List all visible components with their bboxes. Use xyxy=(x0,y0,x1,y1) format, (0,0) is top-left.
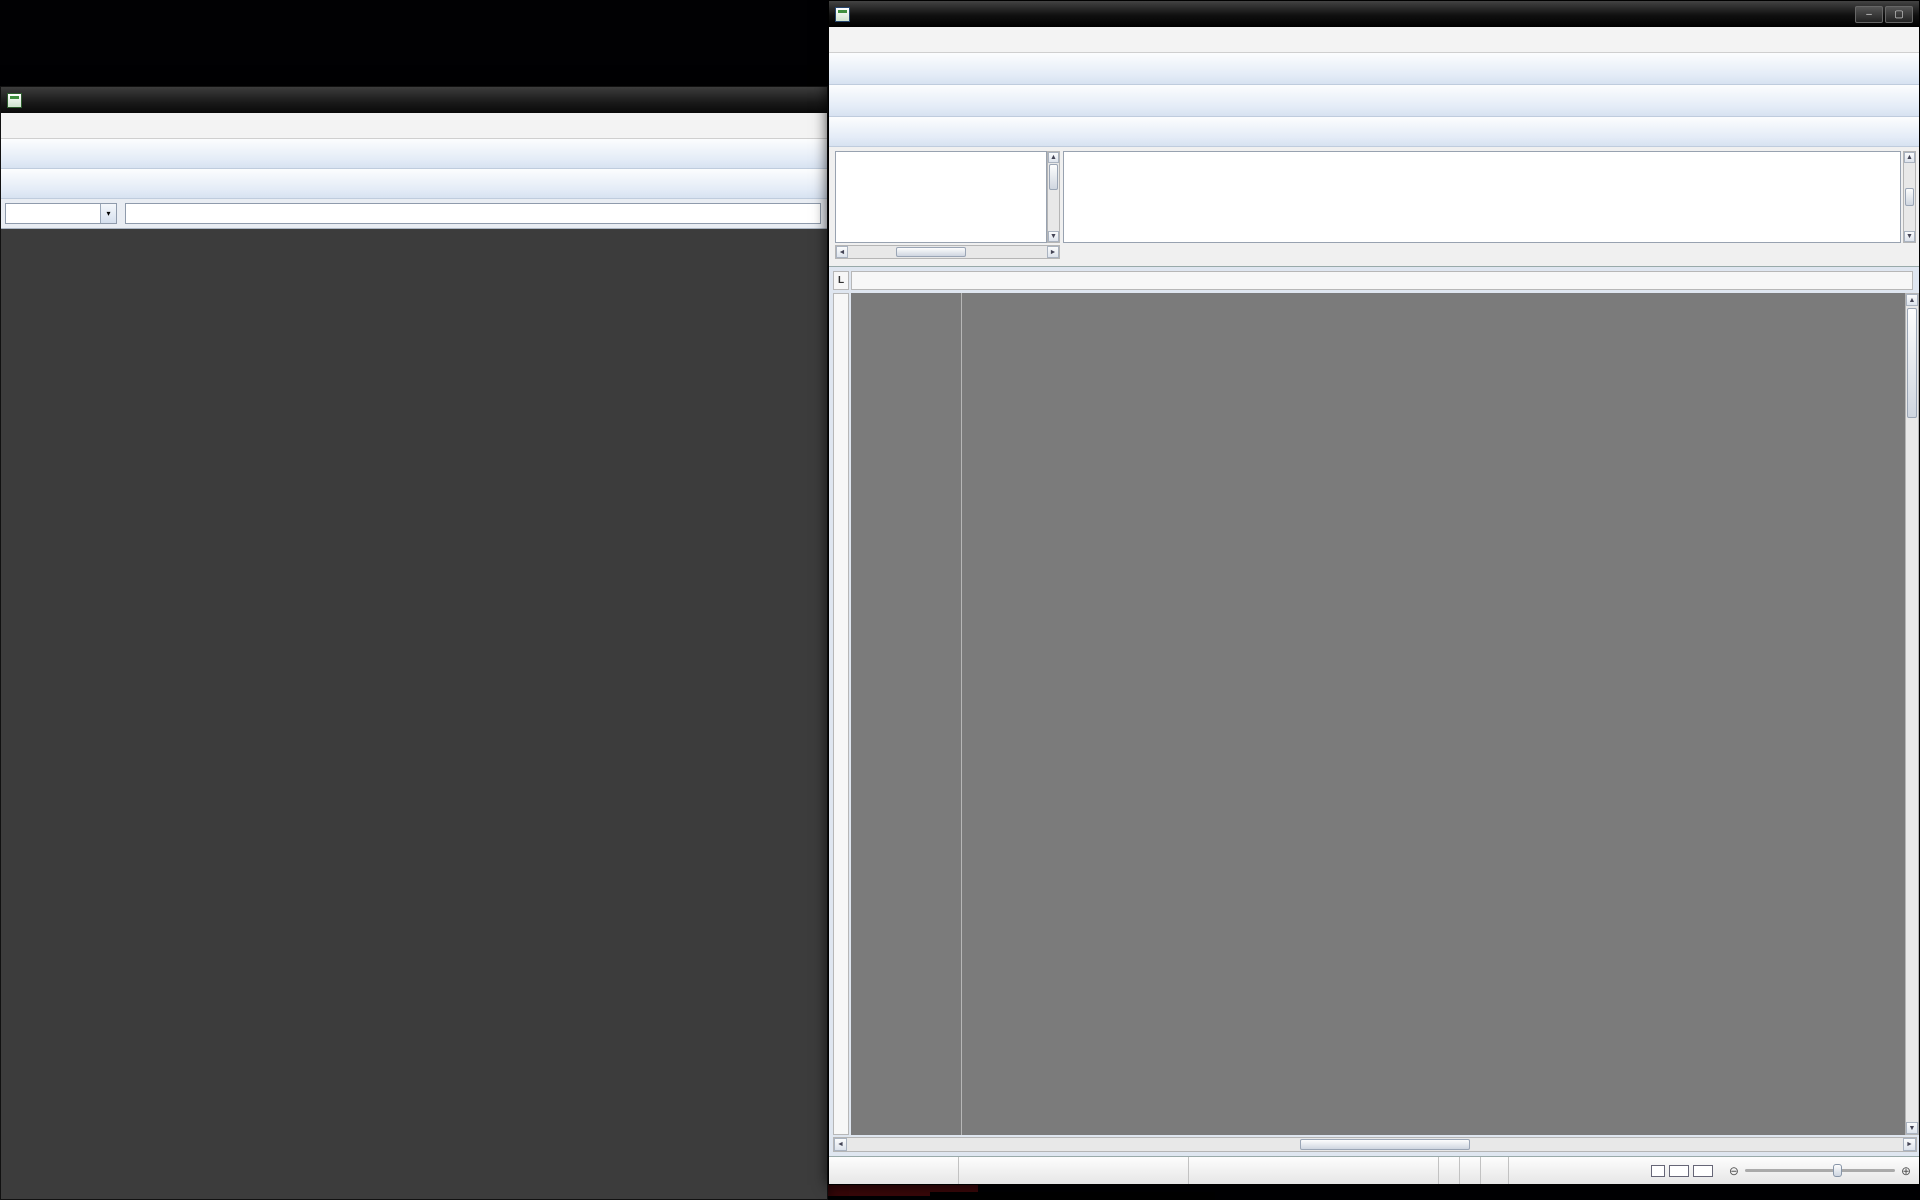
calc-app-icon xyxy=(7,93,22,108)
multi-page-view-icon[interactable] xyxy=(1669,1165,1689,1177)
data-source-grid xyxy=(1063,151,1901,243)
formula-input-line[interactable] xyxy=(125,203,821,224)
status-page-style[interactable] xyxy=(959,1157,1189,1184)
status-modified-flag xyxy=(1481,1157,1509,1184)
document-vertical-scrollbar[interactable]: ▲ ▼ xyxy=(1905,293,1919,1135)
status-spacer xyxy=(1509,1157,1649,1184)
minimize-button[interactable]: – xyxy=(1855,6,1883,23)
status-insert-mode[interactable] xyxy=(1439,1157,1460,1184)
data-source-explorer: ▲ ▼ ◄ ► ▲ ▼ xyxy=(829,147,1919,267)
grid-vertical-scrollbar[interactable]: ▲ ▼ xyxy=(1903,151,1916,243)
taskbar-fragment xyxy=(930,1192,1215,1200)
calc-formatting-toolbar xyxy=(1,169,827,199)
writer-window: – ▢ ▲ ▼ ◄ ► ▲ ▼ xyxy=(828,0,1920,1185)
tree-horizontal-scrollbar[interactable]: ◄ ► xyxy=(835,245,1060,259)
status-page[interactable] xyxy=(829,1157,959,1184)
writer-app-icon xyxy=(835,7,850,22)
vertical-ruler[interactable] xyxy=(833,293,849,1135)
calc-formula-bar: ▾ xyxy=(1,199,827,229)
maximize-button[interactable]: ▢ xyxy=(1885,6,1913,23)
data-source-tree xyxy=(835,151,1047,243)
writer-formatting-toolbar xyxy=(829,85,1919,117)
writer-menubar xyxy=(829,27,1919,53)
zoom-out-icon[interactable]: ⊖ xyxy=(1729,1164,1739,1178)
text-boundary-line xyxy=(961,293,962,1135)
document-canvas[interactable] xyxy=(851,293,1905,1135)
record-navigation-bar xyxy=(1065,245,1905,263)
writer-table-data-toolbar xyxy=(829,117,1919,147)
zoom-slider[interactable]: ⊖ ⊕ xyxy=(1729,1164,1911,1178)
status-language[interactable] xyxy=(1189,1157,1439,1184)
zoom-in-icon[interactable]: ⊕ xyxy=(1901,1164,1911,1178)
writer-titlebar[interactable]: – ▢ xyxy=(829,1,1919,27)
writer-statusbar: ⊖ ⊕ xyxy=(829,1156,1919,1184)
calc-titlebar[interactable] xyxy=(1,87,827,113)
desktop: ▾ – ▢ ▲ ▼ ◄ xyxy=(0,0,1920,1200)
writer-standard-toolbar xyxy=(829,53,1919,85)
calc-sheet-area xyxy=(1,229,827,1199)
horizontal-ruler[interactable] xyxy=(851,271,1913,290)
single-page-view-icon[interactable] xyxy=(1651,1165,1665,1177)
status-selection-mode[interactable] xyxy=(1460,1157,1481,1184)
calc-standard-toolbar xyxy=(1,139,827,169)
name-box-dropdown-icon[interactable]: ▾ xyxy=(100,204,116,223)
document-horizontal-scrollbar[interactable]: ◄ ► xyxy=(833,1137,1917,1152)
cell-reference-box[interactable]: ▾ xyxy=(5,203,117,224)
book-view-icon[interactable] xyxy=(1693,1165,1713,1177)
tree-vertical-scrollbar[interactable]: ▲ ▼ xyxy=(1047,151,1060,243)
calc-window: ▾ xyxy=(0,86,828,1200)
calc-menubar xyxy=(1,113,827,139)
tab-selector[interactable]: L xyxy=(833,271,849,290)
